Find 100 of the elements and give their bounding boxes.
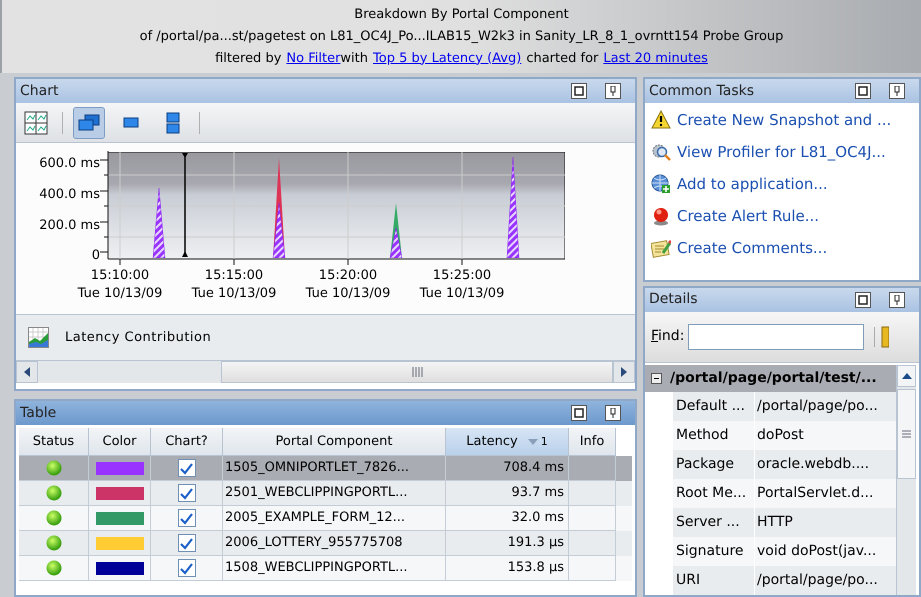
pin-button[interactable]	[605, 405, 621, 421]
report-subtitle: of /portal/pa...st/pagetest on L81_OC4J_Po...ILAB15_W2k3 in Sanity_LR_8_1_ovrntt154 Probe Group	[140, 28, 784, 46]
scroll-left-button[interactable]	[16, 361, 38, 383]
x-axis-label: Tue 10/13/09	[192, 285, 276, 303]
table-row[interactable]: 2501_WEBCLIPPINGPORTL... 93.7 ms	[19, 481, 632, 506]
pin-button[interactable]	[889, 83, 905, 99]
x-axis-label: 15:25:00	[432, 267, 492, 285]
property-value: /portal/page/po...	[756, 571, 879, 590]
checkmark-icon	[180, 536, 193, 550]
table-row[interactable]: 2005_EXAMPLE_FORM_12... 32.0 ms	[19, 506, 632, 531]
y-axis-label: 400.0 ms	[39, 188, 100, 202]
pin-icon	[893, 294, 901, 305]
pin-button[interactable]	[605, 83, 621, 99]
x-axis-label: 15:20:00	[318, 267, 378, 285]
report-title: Breakdown By Portal Component	[354, 6, 569, 24]
y-axis-label: 0	[92, 249, 100, 263]
checkbox[interactable]	[178, 534, 196, 552]
vertical-scrollbar[interactable]	[896, 365, 916, 595]
task-link[interactable]: Create New Snapshot and ...	[651, 107, 919, 133]
checkmark-icon	[180, 486, 193, 500]
table-row[interactable]: 1505_OMNIPORTLET_7826... 708.4 ms	[19, 456, 632, 481]
up-arrow-icon	[902, 373, 912, 379]
x-axis-label: Tue 10/13/09	[78, 285, 162, 303]
maximize-button[interactable]	[855, 292, 871, 308]
column-header-label: Portal Component	[276, 432, 392, 451]
spike-drawing	[389, 203, 403, 258]
tree-group-row[interactable]: /portal/page/portal/test/...	[645, 365, 896, 392]
scrollbar-thumb[interactable]	[221, 361, 613, 383]
property-value: /portal/page/po...	[756, 397, 879, 416]
minus-icon	[653, 375, 660, 382]
maximize-button[interactable]	[855, 83, 871, 99]
filter-link[interactable]: Top 5 by Latency (Avg)	[373, 48, 522, 70]
task-link[interactable]: Add to application...	[651, 171, 919, 197]
toolbar-button[interactable]	[73, 106, 105, 138]
magnifier-gear-icon	[651, 142, 671, 162]
panel-title: Common Tasks	[649, 82, 756, 100]
folder-icon	[879, 324, 890, 349]
warning-icon	[651, 110, 671, 130]
column-header-label: Latency	[466, 432, 518, 451]
filter-link[interactable]: No Filter	[286, 48, 340, 70]
column-header[interactable]: Color	[89, 428, 151, 456]
column-header[interactable]: Info	[569, 428, 616, 456]
column-header-label: Color	[102, 432, 136, 451]
column-header-label: Status	[32, 432, 74, 451]
maximize-icon	[574, 408, 584, 418]
column-header[interactable]: Latency 1	[446, 428, 569, 456]
panel-title: Chart	[20, 82, 60, 100]
filter-text: filtered by	[215, 50, 282, 68]
scrollbar-thumb[interactable]	[897, 389, 916, 479]
checkbox[interactable]	[178, 509, 196, 527]
maximize-icon	[858, 86, 868, 96]
status-ok-icon	[46, 510, 62, 526]
globe-plus-icon	[651, 174, 671, 194]
tree-group-label: /portal/page/portal/test/...	[670, 369, 877, 388]
collapse-toggle[interactable]	[651, 373, 662, 384]
task-link[interactable]: View Profiler for L81_OC4J...	[651, 139, 919, 165]
alarm-light-icon	[651, 206, 671, 226]
x-axis-label: 15:15:00	[204, 267, 264, 285]
sort-descending-icon	[528, 438, 538, 444]
column-header-label: Chart?	[165, 432, 208, 451]
table-row[interactable]: 2006_LOTTERY_955775708 191.3 µs	[19, 531, 632, 556]
pin-icon	[609, 86, 617, 96]
filter-link[interactable]: Last 20 minutes	[603, 48, 708, 70]
left-arrow-icon	[24, 367, 30, 377]
sort-order-label: 1	[540, 436, 548, 447]
checkbox[interactable]	[178, 484, 196, 502]
maximize-icon	[574, 86, 584, 96]
property-value: oracle.webdb....	[756, 455, 870, 474]
pin-button[interactable]	[889, 292, 905, 308]
legend-label: Latency Contribution	[65, 328, 212, 347]
maximize-icon	[858, 294, 868, 305]
checkbox[interactable]	[178, 559, 196, 577]
pin-icon	[893, 86, 901, 96]
scroll-right-button[interactable]	[613, 361, 635, 383]
maximize-button[interactable]	[571, 405, 587, 421]
task-link[interactable]: Create Comments...	[651, 235, 919, 261]
maximize-button[interactable]	[571, 83, 587, 99]
checkmark-icon	[180, 462, 193, 474]
table-cell: 1508_WEBCLIPPINGPORTL...	[223, 556, 446, 581]
pin-icon	[609, 408, 617, 418]
column-header-label: Info	[580, 432, 604, 451]
table-cell: 153.8 µs	[446, 556, 569, 581]
task-link[interactable]: Create Alert Rule...	[651, 203, 919, 229]
table-row[interactable]: 1508_WEBCLIPPINGPORTL... 153.8 µs	[19, 556, 632, 581]
x-axis-label: 15:10:00	[90, 267, 150, 285]
property-value: doPost	[756, 426, 805, 445]
horizontal-scrollbar[interactable]	[16, 361, 635, 383]
property-value: PortalServlet.d...	[756, 484, 874, 503]
note-pencil-icon	[651, 238, 671, 258]
column-header[interactable]: Portal Component	[223, 428, 446, 456]
status-ok-icon	[46, 560, 62, 576]
property-name: URI	[673, 566, 755, 595]
scroll-up-button[interactable]	[897, 365, 916, 387]
find-field[interactable]	[688, 324, 864, 350]
column-header[interactable]: Status	[19, 428, 89, 456]
column-header[interactable]: Chart?	[151, 428, 223, 456]
line-chart-icon	[28, 327, 49, 348]
panel-title: Details	[649, 290, 699, 310]
checkmark-icon	[180, 512, 193, 524]
checkbox[interactable]	[178, 459, 196, 477]
